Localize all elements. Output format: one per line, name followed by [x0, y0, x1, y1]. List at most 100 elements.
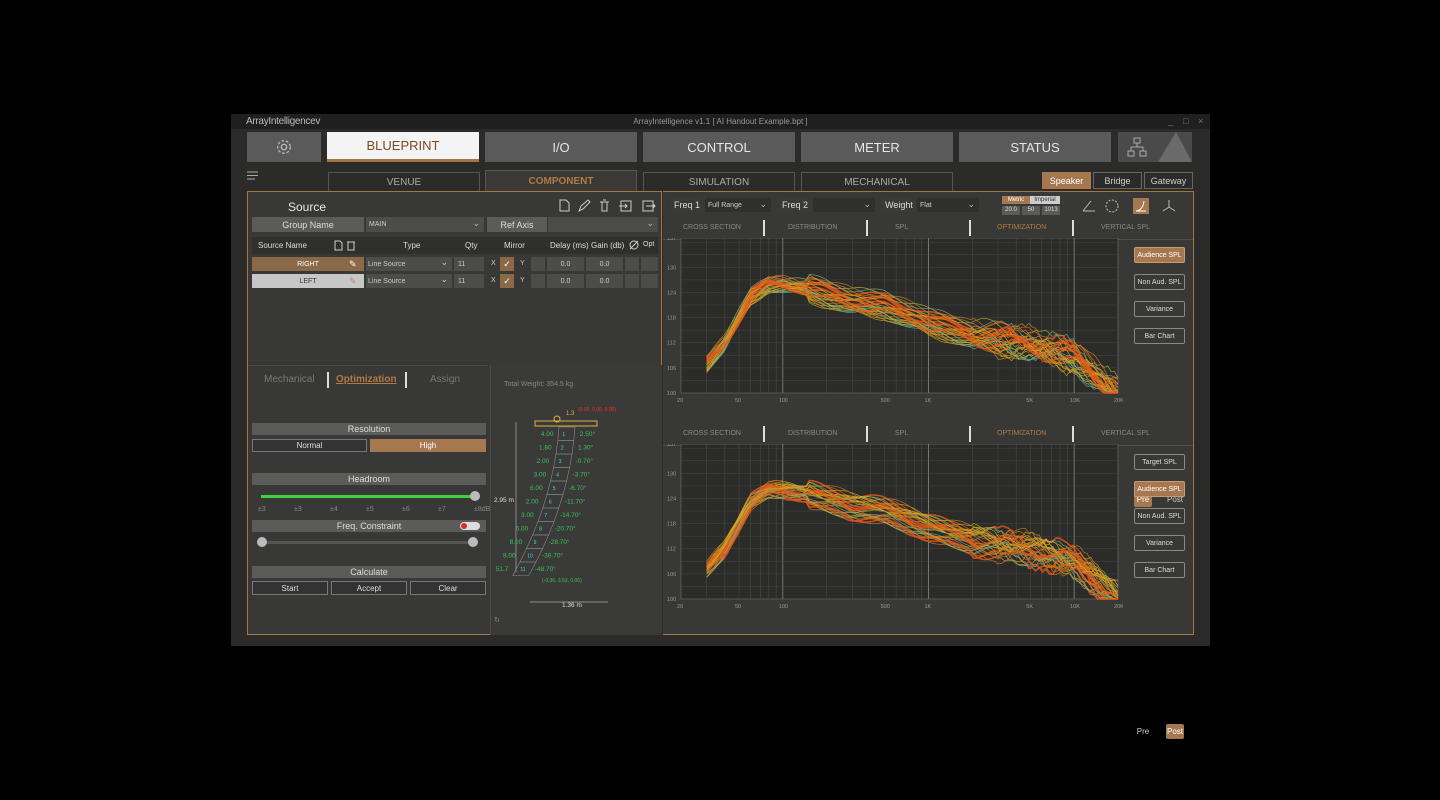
array-box[interactable]: 1 4.00 2.50° [541, 426, 596, 441]
source-qty-stepper[interactable]: 11 [454, 274, 484, 288]
settings-button[interactable] [247, 132, 321, 162]
bot-non-aud-splbutton[interactable]: Non Aud. SPL [1134, 508, 1185, 524]
rename-pencil-icon[interactable]: ✎ [349, 276, 357, 287]
tab-assign[interactable]: Assign [430, 374, 460, 385]
array-box[interactable]: 7 3.00 -14.70° [521, 507, 581, 522]
mirror-checkbox[interactable]: ✓ [500, 274, 514, 288]
tab-mechanical[interactable]: Mechanical [264, 374, 315, 385]
ref-axis-dropdown[interactable]: ⌄ [548, 217, 658, 232]
pressure-value[interactable]: 1013 [1042, 206, 1060, 215]
array-box[interactable]: 4 3.00 -3.70° [534, 467, 591, 482]
accept-button[interactable]: Accept [331, 581, 407, 595]
maximize-button[interactable]: □ [1183, 116, 1188, 126]
top-bar-chartbutton[interactable]: Bar Chart [1134, 328, 1185, 344]
resolution-normal-button[interactable]: Normal [252, 439, 367, 452]
import-icon[interactable] [619, 200, 632, 212]
source-qty-stepper[interactable]: 11 [454, 257, 484, 271]
plot-tab-distribution[interactable]: DISTRIBUTION [788, 430, 837, 437]
network-button[interactable] [1118, 132, 1192, 162]
subtab-component[interactable]: COMPONENT [485, 170, 637, 191]
source-name-cell[interactable]: LEFT [252, 274, 364, 288]
bot-bar-chartbutton[interactable]: Bar Chart [1134, 562, 1185, 578]
freq-range-high-handle[interactable] [468, 537, 478, 547]
delay-stepper[interactable]: 0.0 [547, 257, 584, 271]
bridge-mode-button[interactable]: Bridge [1093, 172, 1142, 189]
freq2-dropdown[interactable]: ⌄ [813, 198, 875, 212]
dial-icon[interactable] [1105, 199, 1119, 213]
phase-checkbox[interactable] [625, 257, 639, 271]
delay-stepper[interactable]: 0.0 [547, 274, 584, 288]
start-button[interactable]: Start [252, 581, 328, 595]
new-file-icon[interactable] [559, 199, 570, 212]
gateway-mode-button[interactable]: Gateway [1144, 172, 1193, 189]
edit-icon[interactable] [578, 199, 591, 213]
freq-constraint-toggle[interactable] [460, 522, 480, 530]
array-box[interactable]: 5 6.00 -6.70° [530, 480, 587, 495]
freq-range-track[interactable] [262, 541, 474, 544]
bottom-pre_post-pre-button[interactable]: Pre [1134, 724, 1152, 739]
array-box[interactable]: 6 2.00 -11.70° [526, 494, 586, 509]
gain-stepper[interactable]: 0.0 [586, 274, 623, 288]
bottom-pre_post-post-button[interactable]: Post [1166, 724, 1184, 739]
plot-tab-optimization[interactable]: OPTIMIZATION [997, 224, 1046, 231]
minimize-button[interactable]: _ [1168, 116, 1173, 126]
source-type-dropdown[interactable]: Line Source ⌄ [366, 274, 452, 288]
freq1-dropdown[interactable]: Full Range ⌄ [705, 198, 771, 212]
export-icon[interactable] [642, 200, 656, 212]
plot-tab-cross-section[interactable]: CROSS SECTION [683, 430, 741, 437]
bot-variancebutton[interactable]: Variance [1134, 535, 1185, 551]
gain-stepper[interactable]: 0.0 [586, 257, 623, 271]
trash-icon[interactable] [600, 199, 609, 212]
headroom-slider-track[interactable] [261, 495, 476, 498]
phase-checkbox[interactable] [625, 274, 639, 288]
array-box[interactable]: 9 8.00 -28.70° [510, 534, 570, 549]
plot-tab-optimization[interactable]: OPTIMIZATION [997, 430, 1046, 437]
mirror-y-checkbox[interactable] [531, 274, 545, 288]
plot-tab-spl[interactable]: SPL [895, 430, 908, 437]
subtab-simulation[interactable]: SIMULATION [643, 172, 795, 191]
headroom-slider-handle[interactable] [470, 491, 480, 501]
bot-target-splbutton[interactable]: Target SPL [1134, 454, 1185, 470]
bot-audience-splbutton[interactable]: Audience SPL [1134, 481, 1185, 497]
group-name-dropdown[interactable]: MAIN ⌄ [366, 217, 484, 232]
angle-icon[interactable] [1082, 200, 1095, 212]
array-box[interactable]: 10 8.00 -36.70° [503, 548, 563, 563]
tab-optimization[interactable]: Optimization [336, 374, 397, 385]
nav-io[interactable]: I/O [485, 132, 637, 162]
axis-icon[interactable] [1162, 200, 1176, 212]
nav-blueprint[interactable]: BLUEPRINT [327, 132, 479, 162]
rename-pencil-icon[interactable]: ✎ [349, 259, 357, 270]
temperature-value[interactable]: 20.0 [1002, 206, 1020, 215]
refresh-icon[interactable]: ↻ [494, 617, 500, 624]
subtab-venue[interactable]: VENUE [328, 172, 480, 191]
nav-meter[interactable]: METER [801, 132, 953, 162]
array-box[interactable]: 11 51.7 -48.70° [496, 561, 556, 576]
subtab-mechanical[interactable]: MECHANICAL [801, 172, 953, 191]
unit-metric-button[interactable]: Metric [1002, 196, 1030, 204]
plot-tab-vertical-spl[interactable]: VERTICAL SPL [1101, 430, 1150, 437]
plot-tab-cross-section[interactable]: CROSS SECTION [683, 224, 741, 231]
resolution-high-button[interactable]: High [370, 439, 486, 452]
add-source-icon[interactable] [334, 240, 343, 251]
nav-status[interactable]: STATUS [959, 132, 1111, 162]
freq-range-low-handle[interactable] [257, 537, 267, 547]
opt-checkbox[interactable] [641, 257, 658, 271]
top-audience-splbutton[interactable]: Audience SPL [1134, 247, 1185, 263]
menu-icon[interactable] [247, 171, 259, 180]
delete-source-icon[interactable] [347, 241, 355, 251]
array-box[interactable]: 3 2.00 -0.70° [537, 453, 594, 468]
unit-imperial-button[interactable]: Imperial [1030, 196, 1060, 204]
source-type-dropdown[interactable]: Line Source ⌄ [366, 257, 452, 271]
close-button[interactable]: × [1198, 116, 1203, 126]
plot-tab-spl[interactable]: SPL [895, 224, 908, 231]
plot-tab-vertical-spl[interactable]: VERTICAL SPL [1101, 224, 1150, 231]
speaker-mode-button[interactable]: Speaker [1042, 172, 1091, 189]
top-non-aud-splbutton[interactable]: Non Aud. SPL [1134, 274, 1185, 290]
plot-tab-distribution[interactable]: DISTRIBUTION [788, 224, 837, 231]
weight-dropdown[interactable]: Flat ⌄ [917, 198, 979, 212]
clear-button[interactable]: Clear [410, 581, 486, 595]
mirror-checkbox[interactable]: ✓ [500, 257, 514, 271]
mirror-y-checkbox[interactable] [531, 257, 545, 271]
array-box[interactable]: 2 1.80 1.30° [539, 440, 594, 455]
humidity-value[interactable]: 50 [1022, 206, 1040, 215]
